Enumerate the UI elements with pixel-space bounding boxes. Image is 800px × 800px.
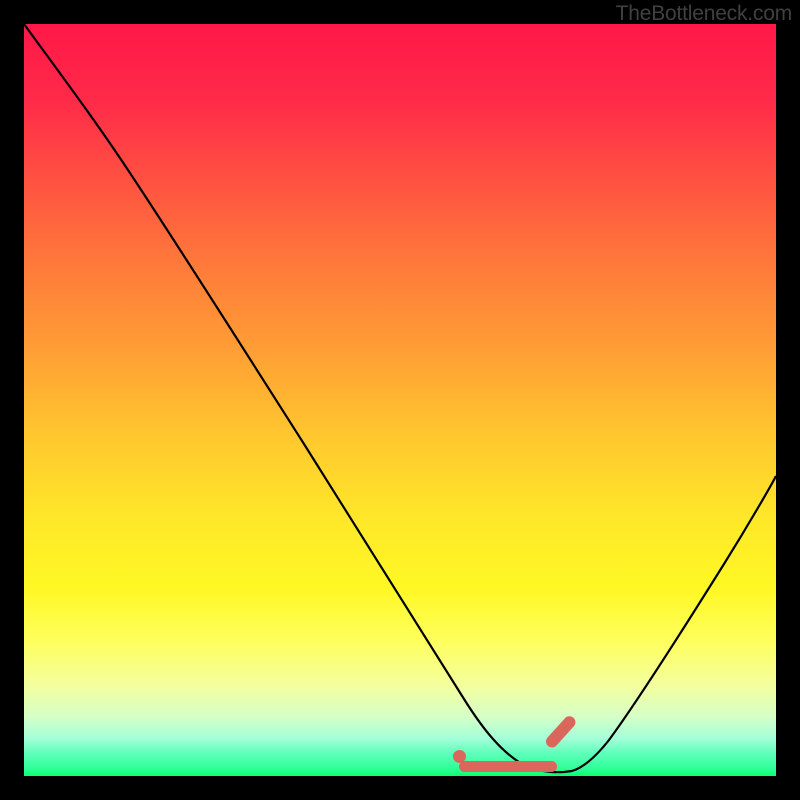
watermark-text: TheBottleneck.com: [616, 2, 792, 26]
chart-frame: TheBottleneck.com: [0, 0, 800, 800]
highlight-flat-segment: [459, 761, 557, 772]
bottleneck-curve: [24, 24, 776, 776]
